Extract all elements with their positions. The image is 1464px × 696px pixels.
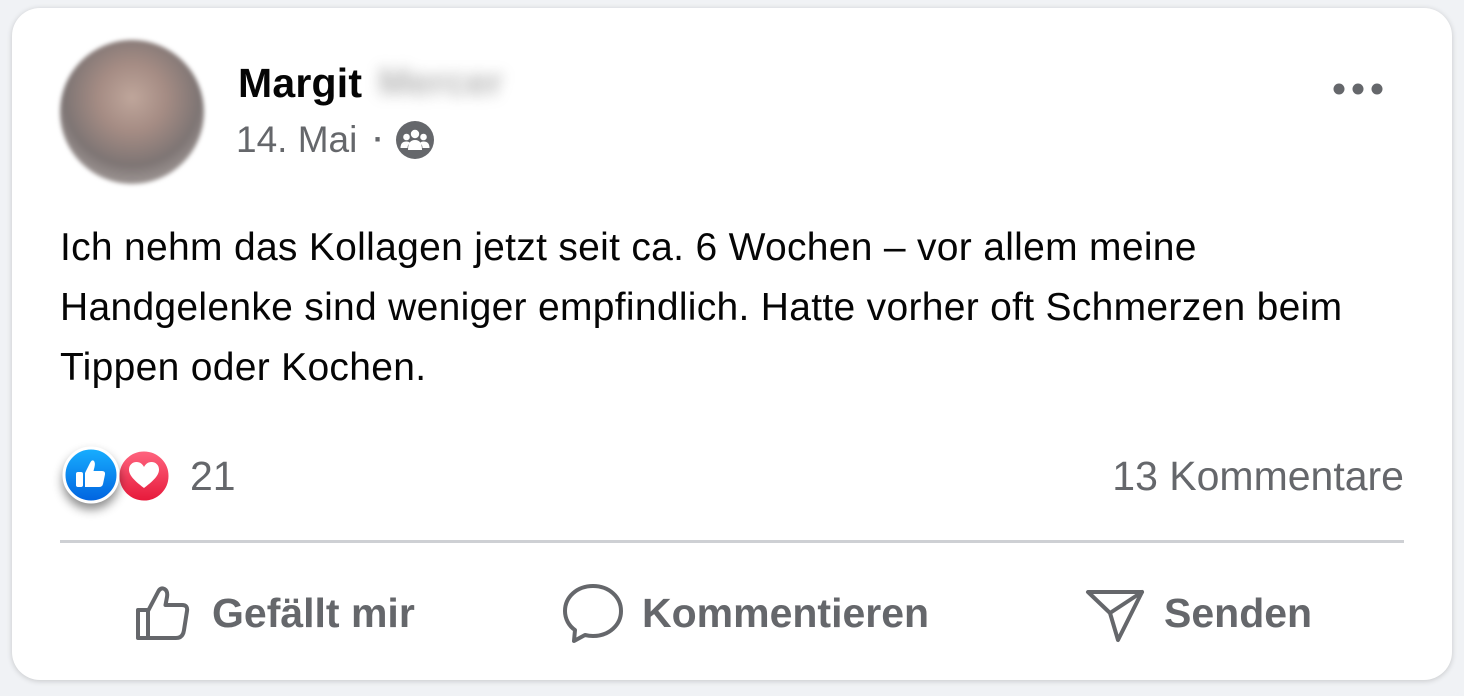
meta-separator: ·: [373, 123, 384, 156]
like-reaction-icon: [62, 446, 120, 504]
author-name[interactable]: Margit: [238, 60, 362, 107]
more-options-button[interactable]: [1328, 74, 1388, 104]
actions-divider: [60, 540, 1404, 543]
comment-button[interactable]: Kommentieren: [560, 568, 929, 658]
love-reaction-icon: [116, 448, 172, 504]
post-date[interactable]: 14. Mai: [236, 119, 357, 161]
post-card: Margit Mercer 14. Mai · Ich nehm das Kol…: [12, 8, 1452, 680]
comment-button-label: Kommentieren: [642, 589, 930, 636]
comment-bubble-icon: [563, 584, 623, 643]
author-lastname-redacted: Mercer: [378, 61, 503, 104]
reaction-icons: [62, 446, 176, 506]
comments-count-link[interactable]: 13 Kommentare: [1112, 448, 1404, 504]
send-icon: [1086, 590, 1144, 642]
reactions-summary[interactable]: 21: [62, 446, 236, 506]
post-meta: 14. Mai ·: [236, 118, 435, 162]
share-button-label: Senden: [1164, 589, 1313, 636]
like-button[interactable]: Gefällt mir: [130, 568, 415, 658]
like-button-label: Gefällt mir: [212, 589, 415, 636]
group-icon[interactable]: [395, 120, 435, 160]
more-icon: [1333, 83, 1383, 95]
reaction-count: 21: [190, 452, 236, 499]
thumbs-up-icon: [136, 586, 190, 640]
post-actions-bar: Gefällt mir Kommentieren Senden: [60, 568, 1404, 658]
post-body: Ich nehm das Kollagen jetzt seit ca. 6 W…: [60, 226, 1343, 389]
share-button[interactable]: Senden: [1082, 568, 1312, 658]
author-header: Margit Mercer: [238, 58, 503, 108]
author-avatar[interactable]: [60, 40, 204, 184]
